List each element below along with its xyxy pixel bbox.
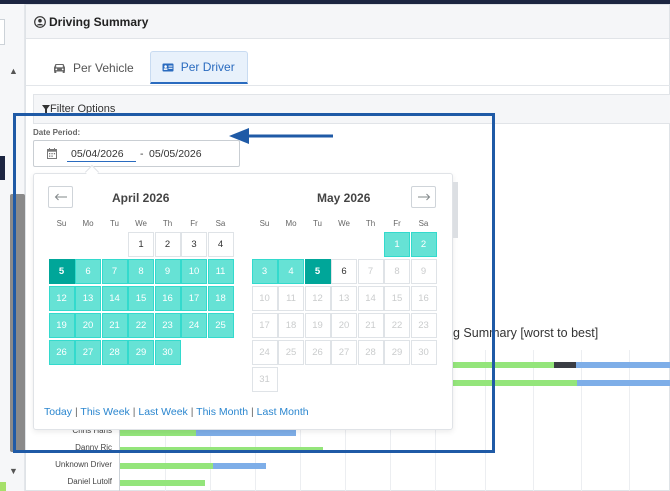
chart-bar-segment [213,463,266,469]
chart-gridline [581,350,582,491]
chart-bar-segment [120,480,205,486]
sidebar-dark-marker [0,156,5,180]
driver-label: Daniel Lutolf [67,477,112,486]
chart-gridline [533,350,534,491]
chart-bar-segment [120,463,213,469]
view-tabs: Per Vehicle Per Driver [41,51,251,84]
driver-label: Unknown Driver [55,460,112,469]
tab-per-driver-label: Per Driver [180,60,235,74]
tab-per-vehicle[interactable]: Per Vehicle [41,51,147,84]
chart-gridline [629,350,630,491]
scroll-up-arrow-icon[interactable]: ▲ [9,66,18,76]
tab-per-vehicle-label: Per Vehicle [73,60,134,75]
highlight-box [13,113,495,453]
annotation-arrow-icon [229,128,333,144]
id-card-icon [162,63,174,71]
sidebar-panel-edge [0,19,5,45]
tabs-divider [26,85,670,86]
chart-bar-segment [577,380,670,386]
card-title: Driving Summary [49,14,149,29]
car-icon [54,63,65,73]
tab-per-driver[interactable]: Per Driver [149,51,248,84]
user-circle-icon [34,15,46,28]
card-header: Driving Summary [26,5,669,39]
chart-bar-segment [554,362,576,368]
chart-bar-segment [576,362,670,368]
